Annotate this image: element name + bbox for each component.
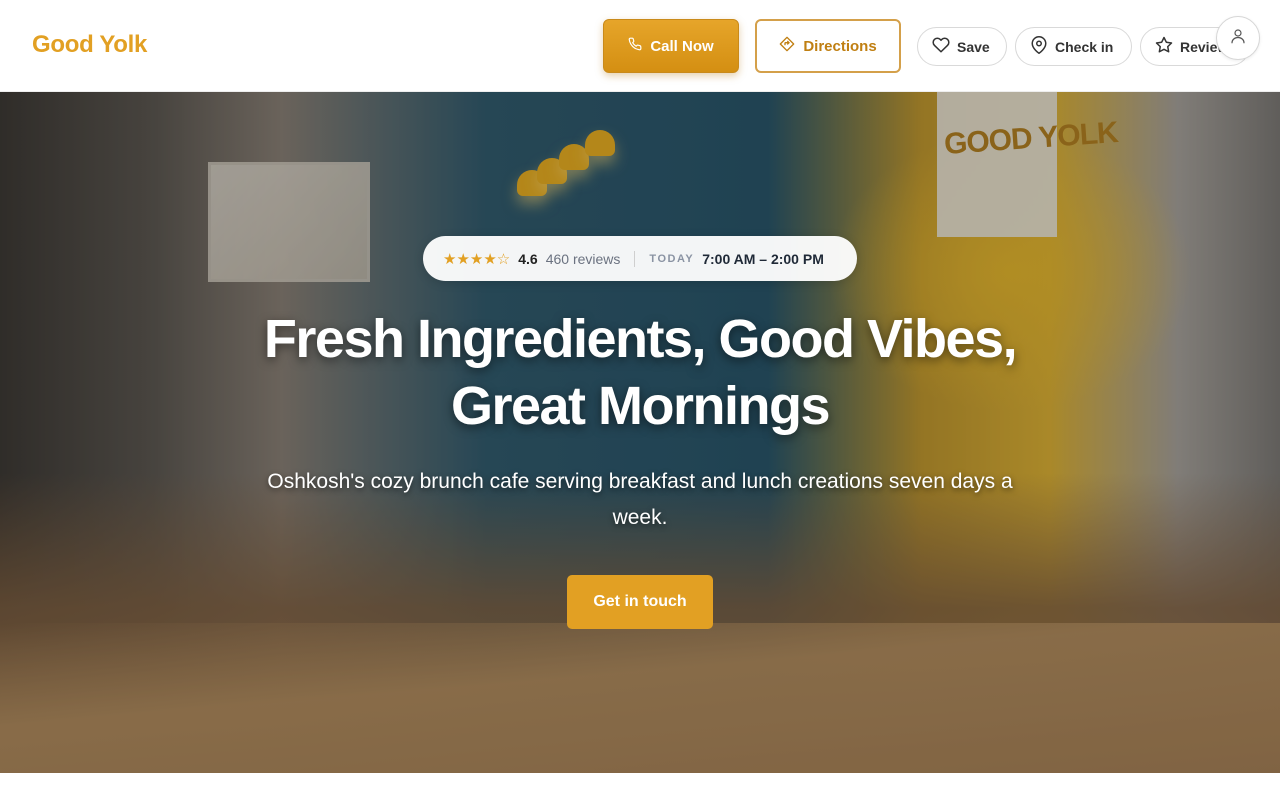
rating-hours-badge: ★★★★☆ 4.6 460 reviews TODAY 7:00 AM – 2:… (423, 236, 857, 281)
badge-divider (634, 250, 636, 267)
today-label: TODAY (649, 252, 695, 265)
user-icon (1229, 27, 1247, 50)
heart-icon (932, 36, 950, 57)
check-in-button[interactable]: Check in (1015, 27, 1132, 66)
call-now-button[interactable]: Call Now (603, 19, 739, 73)
check-in-label: Check in (1055, 38, 1114, 55)
account-avatar-button[interactable] (1216, 16, 1260, 60)
headline-line-2: Great Mornings (450, 376, 831, 436)
rating-value: 4.6 (518, 250, 538, 267)
directions-button[interactable]: Directions (755, 19, 901, 73)
headline-line-1: Fresh Ingredients, Good Vibes, (263, 309, 1018, 369)
directions-label: Directions (803, 37, 877, 55)
reviews-count-link[interactable]: 460 reviews (546, 251, 621, 267)
phone-icon (628, 37, 642, 55)
opening-hours: 7:00 AM – 2:00 PM (702, 250, 824, 267)
get-in-touch-button[interactable]: Get in touch (567, 575, 713, 629)
map-pin-icon (1030, 36, 1048, 57)
hero-subtitle: Oshkosh's cozy brunch cafe serving break… (267, 470, 1013, 529)
star-icon (1155, 36, 1173, 57)
brand-logo[interactable]: Good Yolk (32, 31, 147, 59)
save-label: Save (957, 38, 990, 55)
hero-headline: Fresh Ingredients, Good Vibes, Great Mor… (200, 306, 1080, 440)
save-button[interactable]: Save (917, 27, 1007, 66)
top-navigation-bar: Good Yolk Call Now Directions Save Check… (0, 0, 1280, 92)
rating-stars: ★★★★☆ (443, 250, 511, 268)
directions-icon (779, 36, 795, 56)
call-now-label: Call Now (650, 37, 714, 55)
